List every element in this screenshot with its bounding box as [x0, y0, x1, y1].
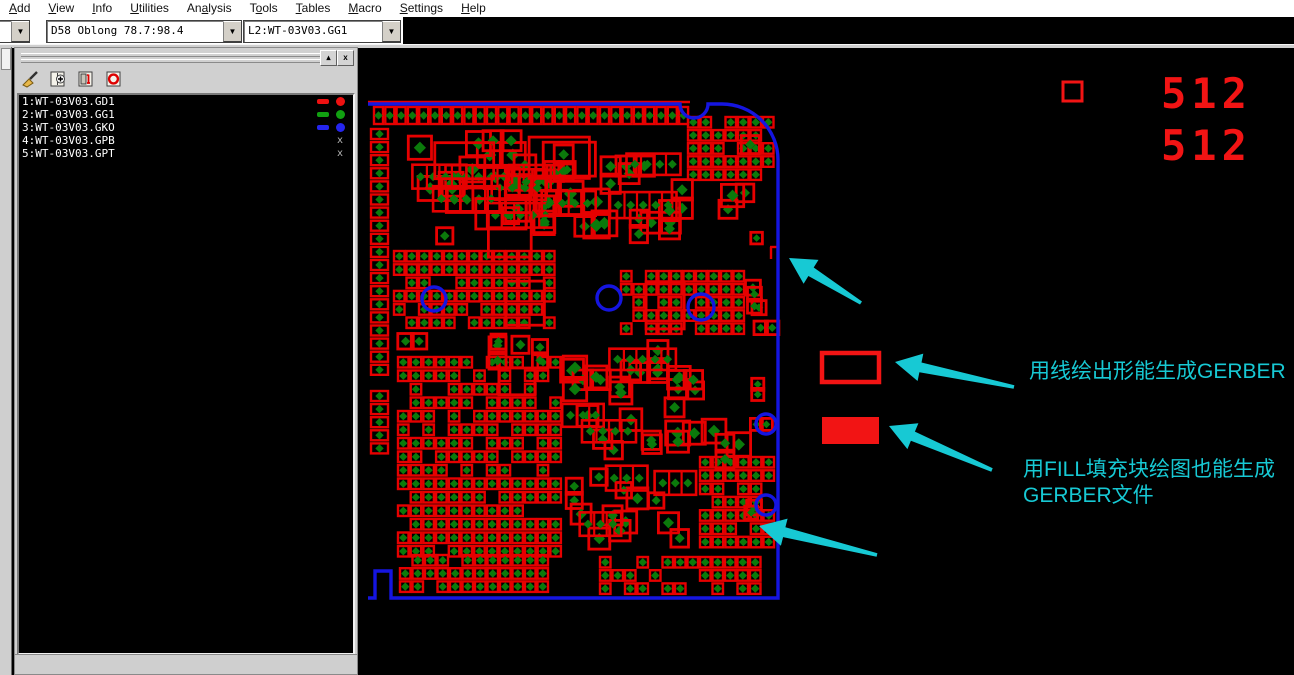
- dcode-count-label: 512: [1161, 69, 1252, 118]
- dock-strip: [0, 47, 12, 675]
- arrow-icon: [895, 354, 1014, 389]
- layer-number-icon[interactable]: [75, 69, 97, 89]
- callout-arrows: [759, 258, 1014, 557]
- layer-row-3[interactable]: 3:WT-03V03.GKO: [19, 121, 353, 134]
- menu-utilities[interactable]: Utilities: [121, 0, 178, 17]
- panel-rollup-button[interactable]: ▴: [320, 50, 337, 66]
- menu-tables[interactable]: Tables: [287, 0, 340, 17]
- layer-label[interactable]: 2:WT-03V03.GG1: [19, 108, 115, 121]
- layer-panel-toolbar: [19, 66, 125, 92]
- layer-hidden-icon[interactable]: x: [337, 147, 343, 160]
- annotation-note: 用FILL填充块绘图也能生成: [1023, 458, 1275, 481]
- aperture-marker-square: [1063, 82, 1082, 101]
- menu-info[interactable]: Info: [83, 0, 121, 17]
- menu-add[interactable]: Add: [0, 0, 39, 17]
- line-drawn-demo-rect: [822, 353, 879, 382]
- layer-label[interactable]: 1:WT-03V03.GD1: [19, 95, 115, 108]
- layer-label[interactable]: 5:WT-03V03.GPT: [19, 147, 115, 160]
- brush-icon[interactable]: [19, 69, 41, 89]
- menu-macro[interactable]: Macro: [339, 0, 390, 17]
- layer-row-2[interactable]: 2:WT-03V03.GG1: [19, 108, 353, 121]
- layer-flash-color-swatch[interactable]: [336, 123, 345, 132]
- fill-demo-rect: [822, 417, 879, 444]
- layer-flash-color-swatch[interactable]: [336, 97, 345, 106]
- add-layers-icon[interactable]: [47, 69, 69, 89]
- annotation-note: GERBER文件: [1023, 484, 1154, 507]
- application-window: AddViewInfoUtilitiesAnalysisToolsTablesM…: [0, 0, 1294, 675]
- menu-view[interactable]: View: [39, 0, 83, 17]
- layer-list: 1:WT-03V03.GD12:WT-03V03.GG13:WT-03V03.G…: [17, 93, 355, 655]
- layer-label[interactable]: 3:WT-03V03.GKO: [19, 121, 115, 134]
- active-layer-combo-value: L2:WT-03V03.GG1: [244, 21, 382, 42]
- chevron-down-icon[interactable]: ▼: [11, 21, 29, 42]
- layer-row-4[interactable]: 4:WT-03V03.GPB x: [19, 134, 353, 147]
- layer-visibility-icon[interactable]: [103, 69, 125, 89]
- layer-draw-color-swatch[interactable]: [317, 125, 329, 130]
- panel-drag-grip[interactable]: [21, 53, 321, 61]
- arrow-icon: [789, 258, 862, 305]
- toolbar-row: ▼ D58 Oblong 78.7:98.4 ▼ L2:WT-03V03.GG1…: [0, 17, 1294, 44]
- layer-hidden-icon[interactable]: x: [337, 134, 343, 147]
- layer-label[interactable]: 4:WT-03V03.GPB: [19, 134, 115, 147]
- aperture-combo[interactable]: ▼: [0, 20, 30, 43]
- menu-tools[interactable]: Tools: [241, 0, 287, 17]
- dock-grip[interactable]: [1, 48, 11, 70]
- layer-panel: ▴ x: [14, 47, 358, 675]
- dcode-combo[interactable]: D58 Oblong 78.7:98.4 ▼: [46, 20, 242, 43]
- menu-help[interactable]: Help: [452, 0, 495, 17]
- pcb-canvas[interactable]: 512512 用线绘出形能生成GERBER 用FILL填充块绘图也能生成 GERBER…: [363, 47, 1294, 675]
- layer-flash-color-swatch[interactable]: [336, 110, 345, 119]
- menu-analysis[interactable]: Analysis: [178, 0, 241, 17]
- chevron-down-icon[interactable]: ▼: [223, 21, 241, 42]
- panel-close-button[interactable]: x: [337, 50, 354, 66]
- active-layer-combo[interactable]: L2:WT-03V03.GG1 ▼: [243, 20, 401, 43]
- arrow-icon: [889, 423, 993, 471]
- chevron-down-icon[interactable]: ▼: [382, 21, 400, 42]
- annotation-note: 用线绘出形能生成GERBER: [1029, 360, 1286, 383]
- layer-row-5[interactable]: 5:WT-03V03.GPT x: [19, 147, 353, 160]
- panel-footer: [15, 654, 357, 674]
- layer-row-1[interactable]: 1:WT-03V03.GD1: [19, 95, 353, 108]
- menu-settings[interactable]: Settings: [391, 0, 452, 17]
- layer-draw-color-swatch[interactable]: [317, 99, 329, 104]
- layer-draw-color-swatch[interactable]: [317, 112, 329, 117]
- aperture-combo-value: [0, 21, 11, 42]
- dcode-combo-value: D58 Oblong 78.7:98.4: [47, 21, 223, 42]
- toolbar: ▼ D58 Oblong 78.7:98.4 ▼ L2:WT-03V03.GG1…: [0, 17, 403, 44]
- menu-bar: AddViewInfoUtilitiesAnalysisToolsTablesM…: [0, 0, 1294, 17]
- dcode-count-label: 512: [1161, 121, 1252, 170]
